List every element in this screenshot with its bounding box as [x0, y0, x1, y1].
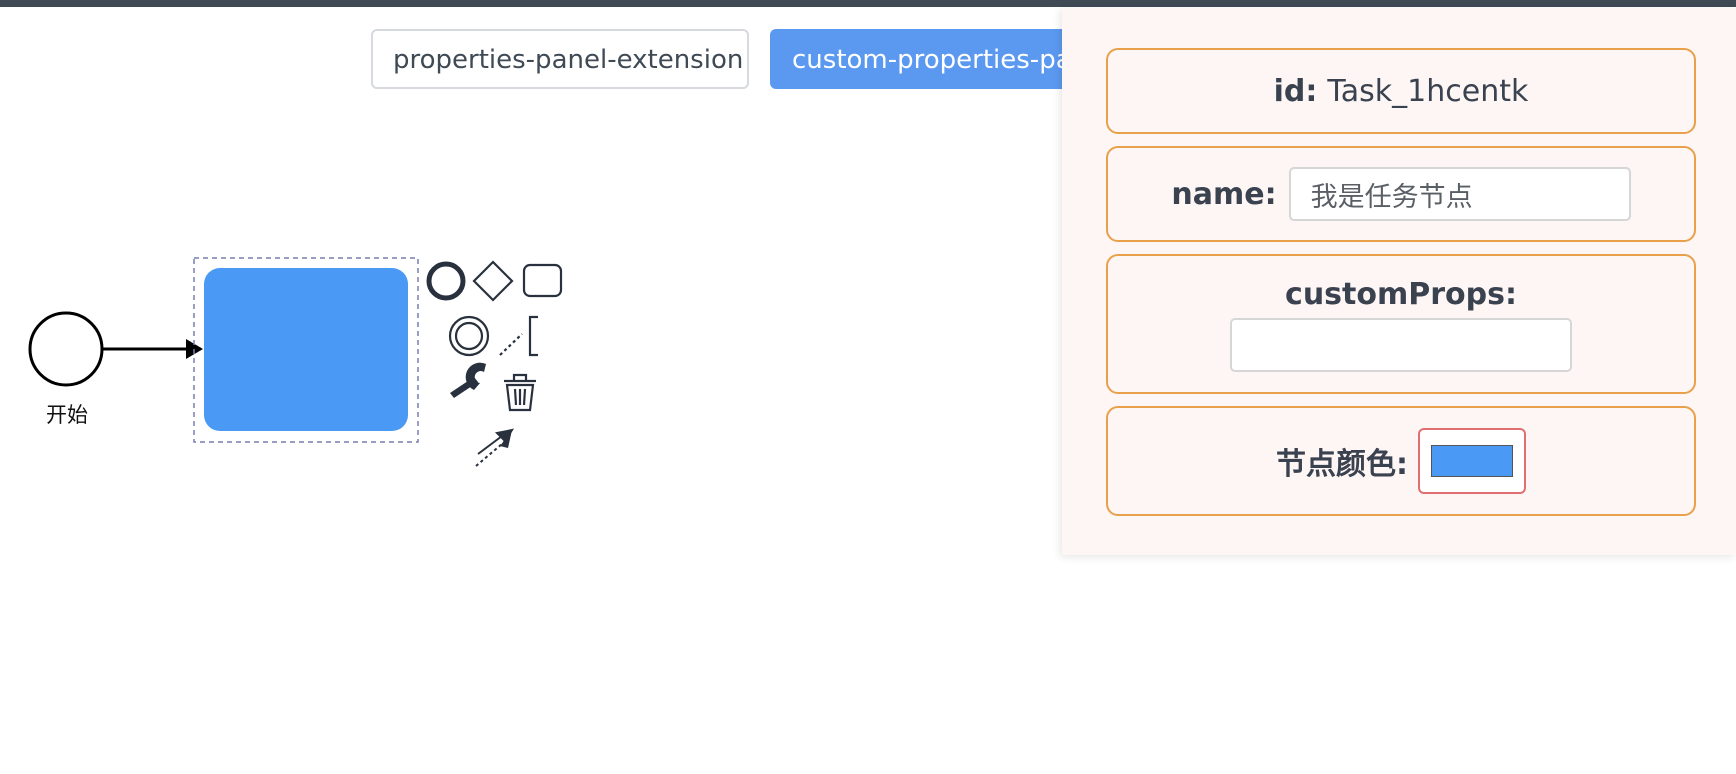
- text-annotation-icon[interactable]: [499, 315, 538, 357]
- id-row: id: Task_1hcentk: [1106, 48, 1696, 134]
- node-color-swatch: [1431, 445, 1513, 477]
- gateway-icon[interactable]: [472, 260, 514, 302]
- delete-trash-icon[interactable]: [504, 373, 536, 412]
- connect-arrow-icon[interactable]: [475, 428, 515, 467]
- name-label: name:: [1171, 176, 1277, 212]
- id-value: Task_1hcentk: [1327, 73, 1529, 109]
- custom-props-input[interactable]: [1230, 317, 1572, 372]
- task-node[interactable]: [204, 268, 408, 431]
- name-input[interactable]: [1288, 167, 1631, 221]
- node-color-picker[interactable]: [1418, 428, 1526, 494]
- properties-panel: id: Task_1hcentk name: customProps: 节点颜色…: [1062, 8, 1736, 555]
- start-event-icon[interactable]: [426, 261, 466, 301]
- task-icon[interactable]: [522, 263, 563, 298]
- custom-props-label: customProps:: [1285, 276, 1517, 312]
- node-color-label: 节点颜色:: [1276, 447, 1408, 482]
- app-stage: properties-panel-extension custom-proper…: [0, 0, 1736, 774]
- name-row: name:: [1106, 146, 1696, 242]
- start-event-label: 开始: [46, 403, 88, 427]
- intermediate-event-icon[interactable]: [448, 315, 490, 357]
- start-event[interactable]: [28, 311, 104, 387]
- node-color-row: 节点颜色:: [1106, 406, 1696, 516]
- context-pad: [426, 260, 563, 467]
- change-type-wrench-icon[interactable]: [450, 362, 486, 398]
- custom-props-row: customProps:: [1106, 254, 1696, 394]
- id-label: id:: [1273, 73, 1318, 109]
